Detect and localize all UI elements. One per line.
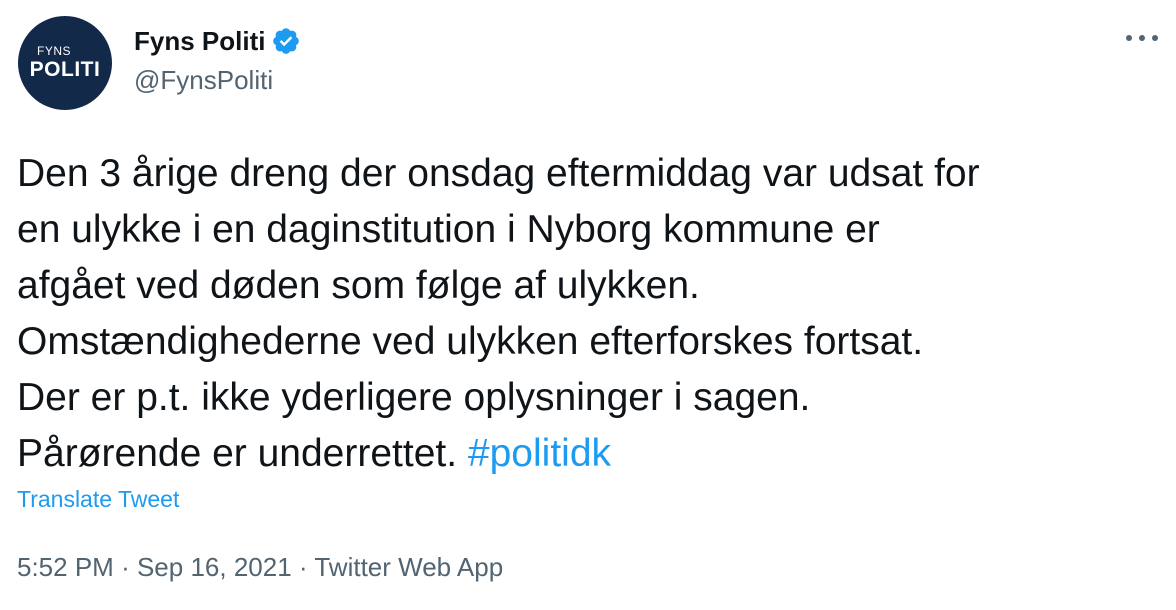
display-name[interactable]: Fyns Politi: [134, 26, 265, 57]
meta-separator: ·: [121, 552, 130, 582]
tweet-meta: 5:52 PM · Sep 16, 2021 · Twitter Web App: [17, 552, 503, 583]
author-block: Fyns Politi @FynsPoliti: [134, 23, 301, 96]
meta-separator: ·: [298, 552, 308, 582]
hashtag-link[interactable]: #politidk: [468, 432, 611, 475]
avatar-big-text: POLITI: [29, 58, 101, 81]
tweet-line: Der er p.t. ikke yderligere oplysninger …: [17, 376, 811, 419]
tweet-time[interactable]: 5:52 PM: [17, 552, 114, 582]
avatar-small-text: FYNS: [36, 44, 71, 58]
dot: [1139, 35, 1145, 41]
name-row: Fyns Politi: [134, 23, 301, 59]
tweet-date[interactable]: Sep 16, 2021: [137, 552, 292, 582]
translate-tweet-link[interactable]: Translate Tweet: [17, 486, 179, 513]
tweet-line: Den 3 årige dreng der onsdag eftermiddag…: [17, 152, 980, 195]
verified-badge-icon: [271, 26, 301, 56]
avatar[interactable]: FYNS POLITI: [18, 16, 112, 110]
tweet-line: afgået ved døden som følge af ulykken.: [17, 264, 700, 307]
tweet-line: Pårørende er underrettet.: [17, 432, 458, 475]
dot: [1152, 35, 1158, 41]
tweet-line: Omstændighederne ved ulykken efterforske…: [17, 320, 924, 363]
handle[interactable]: @FynsPoliti: [134, 65, 301, 96]
tweet-card: FYNS POLITI Fyns Politi @FynsPoliti Den …: [0, 0, 1176, 610]
tweet-text: Den 3 årige dreng der onsdag eftermiddag…: [17, 146, 1167, 482]
tweet-source[interactable]: Twitter Web App: [314, 552, 503, 582]
tweet-line: en ulykke i en daginstitution i Nyborg k…: [17, 208, 880, 251]
more-options-icon[interactable]: [1126, 26, 1158, 50]
dot: [1126, 35, 1132, 41]
